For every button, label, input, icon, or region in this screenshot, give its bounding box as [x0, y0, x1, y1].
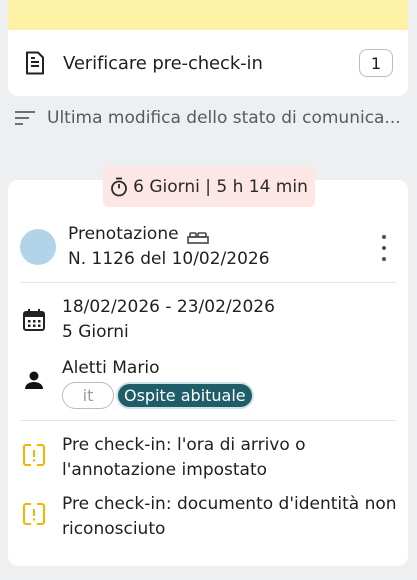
guest-type-tag: Ospite abituale	[116, 382, 254, 409]
warning-item: Pre check-in: l'ora di arrivo o l'annota…	[22, 433, 402, 483]
verify-label: Verificare pre-check-in	[63, 52, 263, 74]
guest-info: Aletti Mario it Ospite abituale	[22, 356, 254, 409]
divider	[20, 420, 396, 421]
notice-band	[8, 0, 408, 30]
calendar-icon	[22, 308, 46, 332]
booking-title: Prenotazione	[68, 224, 179, 244]
timer-text: 6 Giorni | 5 h 14 min	[133, 176, 308, 197]
sort-selector[interactable]: Ultima modifica dello stato di comunica.…	[14, 104, 409, 132]
more-options-icon[interactable]	[374, 232, 394, 264]
warning-text: Pre check-in: documento d'identità non r…	[62, 494, 397, 539]
warning-icon	[22, 500, 46, 528]
sort-label: Ultima modifica dello stato di comunica.…	[47, 108, 401, 128]
avatar	[20, 229, 56, 265]
timer-badge: 6 Giorni | 5 h 14 min	[103, 166, 315, 207]
stopwatch-icon	[110, 177, 128, 197]
date-range: 18/02/2026 - 23/02/2026	[62, 297, 275, 317]
sort-icon	[14, 109, 36, 127]
warning-icon	[22, 441, 46, 469]
document-icon	[22, 50, 48, 76]
booking-header: Prenotazione N. 1126 del 10/02/2026	[20, 222, 400, 278]
person-icon	[22, 368, 46, 392]
verify-precheckin-row[interactable]: Verificare pre-check-in 1	[8, 30, 408, 96]
warning-item: Pre check-in: documento d'identità non r…	[22, 492, 402, 542]
bed-icon	[186, 228, 209, 244]
stay-dates: 18/02/2026 - 23/02/2026 5 Giorni	[22, 295, 275, 345]
booking-card[interactable]: 6 Giorni | 5 h 14 min Prenotazione N. 11…	[8, 166, 408, 566]
warning-text: Pre check-in: l'ora di arrivo o l'annota…	[62, 435, 306, 480]
verify-count-badge: 1	[359, 49, 393, 77]
language-tag: it	[62, 382, 114, 409]
booking-number: N. 1126 del 10/02/2026	[68, 249, 270, 269]
divider	[20, 282, 396, 283]
nights-count: 5 Giorni	[62, 322, 129, 342]
guest-name: Aletti Mario	[62, 358, 160, 378]
verify-card: Verificare pre-check-in 1	[8, 0, 408, 96]
